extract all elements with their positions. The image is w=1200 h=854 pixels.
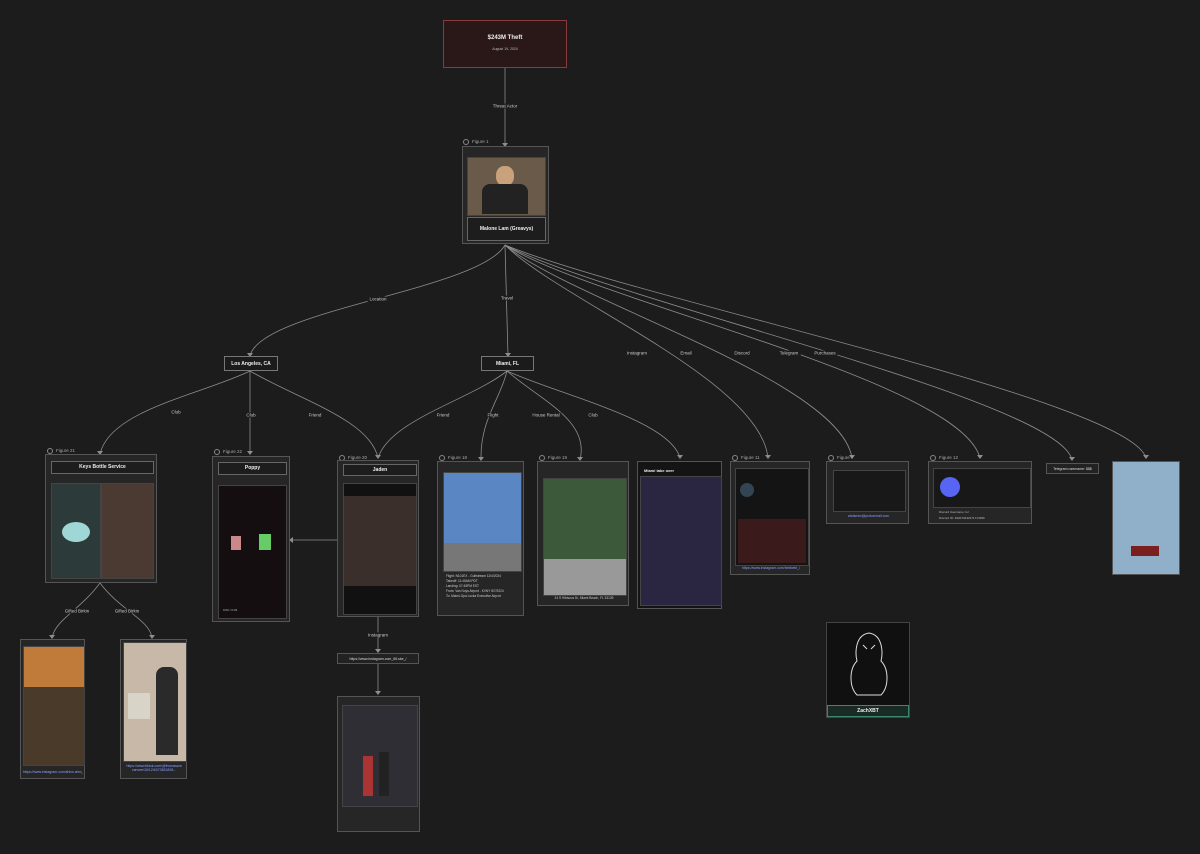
discord-id: Discord ID: 392070432371714696 xyxy=(939,516,985,520)
figure-20-card[interactable]: Jaden xyxy=(337,460,419,617)
root-title: $243M Theft xyxy=(487,35,523,41)
miami-club-caption: Miami take over xyxy=(644,468,675,473)
figure-19-card[interactable]: 24 S Hibiscus Dr, Miami Beach, FL 33139 xyxy=(537,461,629,606)
figure-1-label: Figure 1 xyxy=(463,139,489,145)
edge-label-telegram: Telegram xyxy=(777,350,801,356)
gift-2-link[interactable]: https://www.tiktok.com/@thomaswa vanvee/… xyxy=(123,764,185,772)
figure-20-title: Jaden xyxy=(343,464,417,476)
flight-details: Flight: N101EX - Gulfstream 12/4/2024 Tak… xyxy=(446,574,504,598)
edge-label-email: Email xyxy=(678,350,694,356)
gift-2-photo xyxy=(123,642,187,762)
poppy-video[interactable]: 0:00 / 0:04 xyxy=(218,485,287,619)
gift-1-video[interactable] xyxy=(23,646,85,766)
subject-card[interactable]: Malone Lam (Greavys) xyxy=(462,146,549,244)
edge-label-purchases: Purchases xyxy=(812,350,838,356)
purchase-photo[interactable] xyxy=(1112,461,1180,575)
edge-label-gifted-1: Gifted Birkin xyxy=(62,608,92,614)
edge-label-mia-club: Club xyxy=(586,412,600,418)
flight-photo xyxy=(443,472,522,572)
figure-21-title: Keys Bottle Service xyxy=(51,461,154,474)
discord-icon xyxy=(940,477,960,497)
jaden-instagram-link[interactable]: https://www.instagram.com_66.ske_/ xyxy=(337,653,419,664)
figure-12-card[interactable]: Discord Username: lol Discord ID: 392070… xyxy=(928,461,1032,524)
house-photo xyxy=(543,478,627,596)
avatar xyxy=(740,483,754,497)
miami-club-video[interactable] xyxy=(640,476,722,606)
figure-21-card[interactable]: Keys Bottle Service xyxy=(45,454,157,583)
edge-label-jaden-instagram: Instagram xyxy=(365,632,391,638)
figure-11-link[interactable]: https://www.instagram.com/hebbebl_/ xyxy=(735,566,807,570)
edge-label-mia-flight: Flight xyxy=(485,412,501,418)
subject-photo xyxy=(467,157,546,216)
location-miami[interactable]: Miami, FL xyxy=(481,356,534,371)
figure-7-link[interactable]: ahdsmkv@protonmail.com xyxy=(831,514,906,518)
figure-11-card[interactable]: https://www.instagram.com/hebbebl_/ xyxy=(730,461,810,575)
root-node[interactable]: $243M Theft August 19, 2024 xyxy=(443,20,567,68)
jaden-instagram-photo xyxy=(342,705,418,807)
subject-name: Malone Lam (Greavys) xyxy=(467,217,546,241)
edge-label-discord: Discord xyxy=(732,350,752,356)
figure-7-card[interactable]: ahdsmkv@protonmail.com xyxy=(826,461,909,524)
club-video-1 xyxy=(51,483,101,579)
gift-1-card[interactable]: https://www.instagram.com/shivs.ahm_/ xyxy=(20,639,85,779)
edge-label-threat-actor: Threat Actor xyxy=(490,103,520,109)
zachxbt-card[interactable]: ZachXBT xyxy=(826,622,910,718)
gift-1-link[interactable]: https://www.instagram.com/shivs.ahm_/ xyxy=(23,770,83,774)
gift-2-card[interactable]: https://www.tiktok.com/@thomaswa vanvee/… xyxy=(120,639,187,779)
figure-22-card[interactable]: Poppy 0:00 / 0:04 xyxy=(212,456,290,622)
miami-club-card[interactable]: Miami take over xyxy=(637,461,722,609)
figure-18-card[interactable]: Flight: N101EX - Gulfstream 12/4/2024 Tak… xyxy=(437,461,524,616)
house-address: 24 S Hibiscus Dr, Miami Beach, FL 33139 xyxy=(554,596,614,600)
edge-label-gifted-2: Gifted Birkin xyxy=(112,608,142,614)
zachxbt-logo xyxy=(850,632,888,696)
gear-icon xyxy=(214,449,220,455)
figure-22-label: Figure 22 xyxy=(214,449,242,455)
gear-icon xyxy=(463,139,469,145)
zachxbt-name: ZachXBT xyxy=(827,705,909,717)
edge-label-instagram: Instagram xyxy=(624,350,650,356)
edge-label-travel: Travel xyxy=(498,295,516,301)
discord-screenshot xyxy=(933,468,1031,508)
jaden-instagram-card[interactable] xyxy=(337,696,420,832)
email-screenshot xyxy=(833,470,906,512)
edge-label-la-club: Club xyxy=(169,409,183,415)
telegram-username[interactable]: Telegram username: $$$ xyxy=(1046,463,1099,474)
club-video-2 xyxy=(101,483,154,579)
edge-label-mia-friend: Friend xyxy=(434,412,452,418)
figure-22-title: Poppy xyxy=(218,462,287,475)
edge-label-location: Location xyxy=(367,296,389,302)
discord-username: Discord Username: lol xyxy=(939,510,969,514)
jaden-post xyxy=(343,483,417,615)
root-date: August 19, 2024 xyxy=(492,47,518,51)
edge-label-la-club2: Club xyxy=(244,412,258,418)
instagram-profile xyxy=(735,468,809,566)
edge-label-la-friend: Friend xyxy=(306,412,324,418)
poppy-video-time: 0:00 / 0:04 xyxy=(223,608,238,612)
edge-label-mia-house: House Rental xyxy=(530,412,562,418)
location-la[interactable]: Los Angeles, CA xyxy=(224,356,278,371)
